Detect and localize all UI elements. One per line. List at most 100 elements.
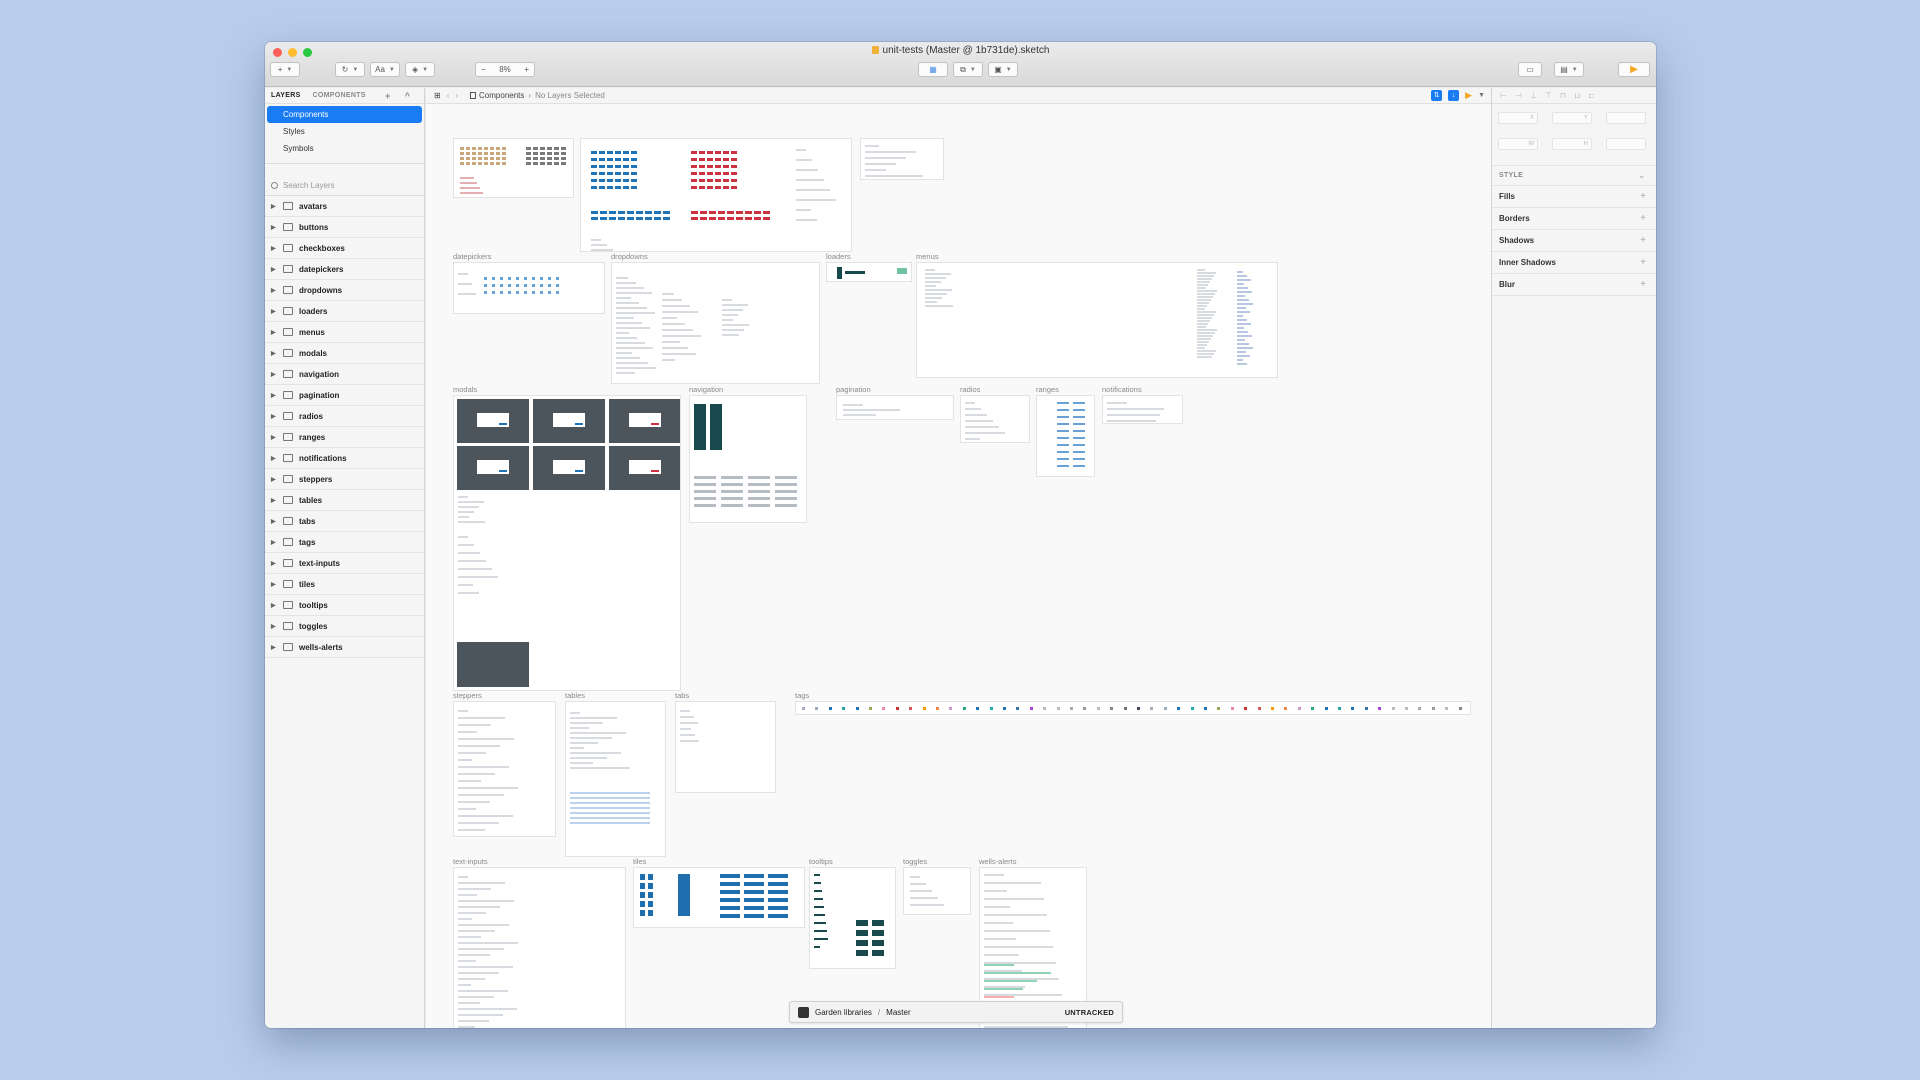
layer-item-toggles[interactable]: ▶ toggles [265,616,424,637]
artboard-tabs[interactable] [675,701,776,793]
disclosure-arrow-icon[interactable]: ▶ [271,581,281,588]
layer-item-ranges[interactable]: ▶ ranges [265,427,424,448]
add-page-icon[interactable]: + ^ [385,91,416,101]
artboard-navigation[interactable] [689,395,807,523]
disclosure-arrow-icon[interactable]: ▶ [271,308,281,315]
artboard-tiles[interactable] [633,867,805,928]
style-section-shadows[interactable]: Shadows + [1492,230,1656,252]
artboard-pagination[interactable] [836,395,954,420]
disclosure-arrow-icon[interactable]: ▶ [271,560,281,567]
disclosure-arrow-icon[interactable]: ▶ [271,476,281,483]
layer-item-text-inputs[interactable]: ▶ text-inputs [265,553,424,574]
preview-button[interactable]: ▶ [1618,62,1650,77]
layer-item-modals[interactable]: ▶ modals [265,343,424,364]
layer-item-menus[interactable]: ▶ menus [265,322,424,343]
artboard[interactable] [580,138,852,252]
page-item-components[interactable]: Components [267,106,422,123]
disclosure-arrow-icon[interactable]: ▶ [271,518,281,525]
disclosure-arrow-icon[interactable]: ▶ [271,287,281,294]
grid-view-button[interactable]: ▦ [918,62,948,77]
zoom-in-button[interactable]: + [524,65,529,74]
artboard-ranges[interactable] [1036,395,1095,477]
artboard-notifications[interactable] [1102,395,1183,424]
add-icon[interactable]: + [1640,274,1646,296]
search-layers-input[interactable]: Search Layers [265,176,424,196]
artboard-datepickers[interactable] [453,262,605,314]
layer-item-loaders[interactable]: ▶ loaders [265,301,424,322]
artboard-loaders[interactable] [826,262,912,282]
align-right-icon[interactable]: ⊥ [1530,91,1537,100]
page-item-symbols[interactable]: Symbols [267,140,422,157]
library-status-bar[interactable]: Garden libraries / Master UNTRACKED [789,1001,1123,1023]
artboard-tags[interactable] [795,701,1471,715]
layer-item-navigation[interactable]: ▶ navigation [265,364,424,385]
rotate-button[interactable]: ↻ ▼ [335,62,365,77]
x-field[interactable]: X [1498,112,1538,124]
add-icon[interactable]: + [1640,230,1646,252]
panel-toggle-button[interactable]: ▭ [1518,62,1542,77]
disclosure-arrow-icon[interactable]: ▶ [271,203,281,210]
disclosure-arrow-icon[interactable]: ▶ [271,392,281,399]
style-header[interactable]: STYLE ⌄ [1492,166,1656,186]
add-icon[interactable]: + [1640,252,1646,274]
layer-item-tabs[interactable]: ▶ tabs [265,511,424,532]
artboard-tables[interactable] [565,701,666,857]
layer-item-steppers[interactable]: ▶ steppers [265,469,424,490]
artboard[interactable] [453,138,574,198]
layer-item-dropdowns[interactable]: ▶ dropdowns [265,280,424,301]
flip-field[interactable] [1606,137,1646,150]
layer-item-tiles[interactable]: ▶ tiles [265,574,424,595]
style-section-blur[interactable]: Blur + [1492,274,1656,296]
disclosure-arrow-icon[interactable]: ▶ [271,350,281,357]
disclosure-arrow-icon[interactable]: ▶ [271,266,281,273]
artboard-text-inputs[interactable] [453,867,626,1028]
layer-item-notifications[interactable]: ▶ notifications [265,448,424,469]
artboard[interactable] [860,138,944,180]
add-icon[interactable]: + [1640,208,1646,230]
artboard-menus[interactable] [916,262,1278,378]
mask-button[interactable]: ▣ ▼ [988,62,1018,77]
disclosure-arrow-icon[interactable]: ▶ [271,329,281,336]
disclosure-arrow-icon[interactable]: ▶ [271,413,281,420]
align-left-icon[interactable]: ⊢ [1500,91,1507,100]
style-section-fills[interactable]: Fills + [1492,186,1656,208]
disclosure-arrow-icon[interactable]: ▶ [271,371,281,378]
insert-button[interactable]: + ▼ [270,62,300,77]
layer-style-button[interactable]: ◈ ▼ [405,62,435,77]
layer-item-tables[interactable]: ▶ tables [265,490,424,511]
artboard-steppers[interactable] [453,701,556,837]
view-button[interactable]: ▤ ▼ [1554,62,1584,77]
layer-item-datepickers[interactable]: ▶ datepickers [265,259,424,280]
page-item-styles[interactable]: Styles [267,123,422,140]
artboard-dropdowns[interactable] [611,262,820,384]
canvas[interactable]: ⊞ ‹› Components › No Layers Selected ⇅ ↓… [426,88,1491,1028]
disclosure-arrow-icon[interactable]: ▶ [271,245,281,252]
layer-item-checkboxes[interactable]: ▶ checkboxes [265,238,424,259]
disclosure-arrow-icon[interactable]: ▶ [271,623,281,630]
text-style-button[interactable]: Aa ▼ [370,62,400,77]
disclosure-arrow-icon[interactable]: ▶ [271,644,281,651]
disclosure-arrow-icon[interactable]: ▶ [271,602,281,609]
style-section-inner-shadows[interactable]: Inner Shadows + [1492,252,1656,274]
width-field[interactable]: W [1498,137,1538,150]
layer-item-wells-alerts[interactable]: ▶ wells-alerts [265,637,424,658]
align-bottom-icon[interactable]: ⊏ [1588,91,1595,100]
disclosure-arrow-icon[interactable]: ▶ [271,455,281,462]
artboard-toggles[interactable] [903,867,971,915]
disclosure-arrow-icon[interactable]: ▶ [271,224,281,231]
align-center-icon[interactable]: ⊣ [1515,91,1522,100]
artboard-tooltips[interactable] [809,867,896,969]
disclosure-arrow-icon[interactable]: ▶ [271,539,281,546]
artboard-modals[interactable] [453,395,681,691]
add-icon[interactable]: + [1640,186,1646,208]
tab-layers[interactable]: LAYERS [271,92,301,99]
align-middle-icon[interactable]: ⊔ [1574,91,1580,100]
layer-item-pagination[interactable]: ▶ pagination [265,385,424,406]
layer-item-avatars[interactable]: ▶ avatars [265,196,424,217]
y-field[interactable]: Y [1552,112,1592,124]
style-section-borders[interactable]: Borders + [1492,208,1656,230]
distribute-icon[interactable]: ⊤ [1545,91,1552,100]
group-button[interactable]: ⧉ ▼ [953,62,983,77]
align-top-icon[interactable]: ⊓ [1560,91,1566,100]
layer-item-buttons[interactable]: ▶ buttons [265,217,424,238]
